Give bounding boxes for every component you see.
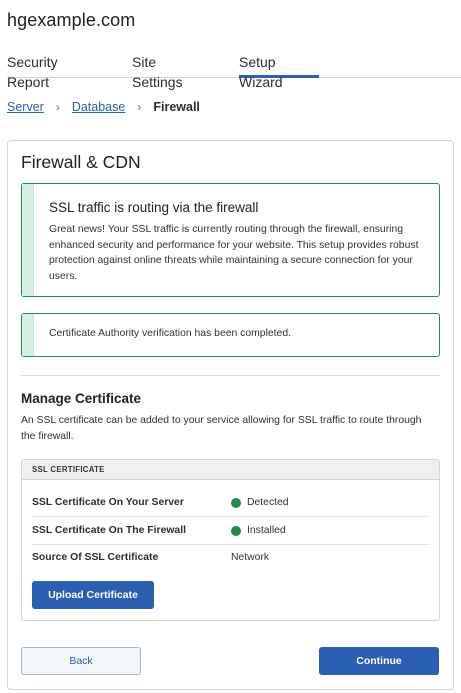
status-dot-icon: [231, 525, 241, 536]
status-dot-icon: [231, 497, 241, 508]
cert-row-source: Source Of SSL Certificate Network: [32, 544, 430, 572]
breadcrumb-link-server[interactable]: Server: [7, 100, 44, 114]
success-alert-body: Great news! Your SSL traffic is currentl…: [49, 224, 419, 282]
info-alert-message: Certificate Authority verification has b…: [49, 328, 291, 339]
cert-row-firewall: SSL Certificate On The Firewall Installe…: [32, 517, 430, 545]
success-alert-title: SSL traffic is routing via the firewall: [49, 200, 259, 215]
cert-row-value: Installed: [231, 525, 286, 536]
tab-site-settings[interactable]: Site Settings: [132, 52, 208, 90]
tab-bar: Security Report Site Settings Setup Wiza…: [7, 52, 461, 90]
ssl-certificate-header: SSL CERTIFICATE: [22, 460, 439, 480]
tab-security-report[interactable]: Security Report: [7, 52, 101, 90]
breadcrumb-link-database[interactable]: Database: [72, 100, 126, 114]
ssl-certificate-panel: SSL CERTIFICATE SSL Certificate On Your …: [21, 459, 440, 621]
cert-status-text: Detected: [247, 497, 289, 508]
upload-certificate-button[interactable]: Upload Certificate: [32, 581, 154, 609]
cert-status-text: Installed: [247, 525, 286, 536]
cert-row-value: Detected: [231, 497, 289, 508]
cert-row-label: Source Of SSL Certificate: [32, 552, 159, 563]
info-alert: Certificate Authority verification has b…: [21, 313, 440, 357]
back-button[interactable]: Back: [21, 647, 141, 675]
section-divider: [21, 375, 440, 376]
tab-setup-wizard[interactable]: Setup Wizard: [239, 52, 319, 90]
firewall-card: Firewall & CDN SSL traffic is routing vi…: [7, 140, 454, 690]
cert-row-server: SSL Certificate On Your Server Detected: [32, 489, 430, 517]
cert-status-text: Network: [231, 552, 270, 563]
alert-accent-bar: [22, 314, 34, 356]
breadcrumb-current: Firewall: [153, 100, 200, 114]
chevron-right-icon: ›: [55, 100, 60, 114]
manage-certificate-title: Manage Certificate: [21, 391, 142, 406]
card-title: Firewall & CDN: [21, 152, 141, 172]
continue-button[interactable]: Continue: [319, 647, 439, 675]
manage-certificate-description: An SSL certificate can be added to your …: [21, 415, 422, 442]
success-alert: SSL traffic is routing via the firewall …: [21, 183, 440, 297]
cert-row-label: SSL Certificate On The Firewall: [32, 525, 186, 536]
breadcrumb: Server › Database › Firewall: [7, 100, 200, 114]
cert-row-label: SSL Certificate On Your Server: [32, 497, 184, 508]
chevron-right-icon: ›: [137, 100, 142, 114]
site-title: hgexample.com: [7, 10, 136, 30]
alert-accent-bar: [22, 184, 34, 296]
cert-row-value: Network: [231, 552, 269, 563]
